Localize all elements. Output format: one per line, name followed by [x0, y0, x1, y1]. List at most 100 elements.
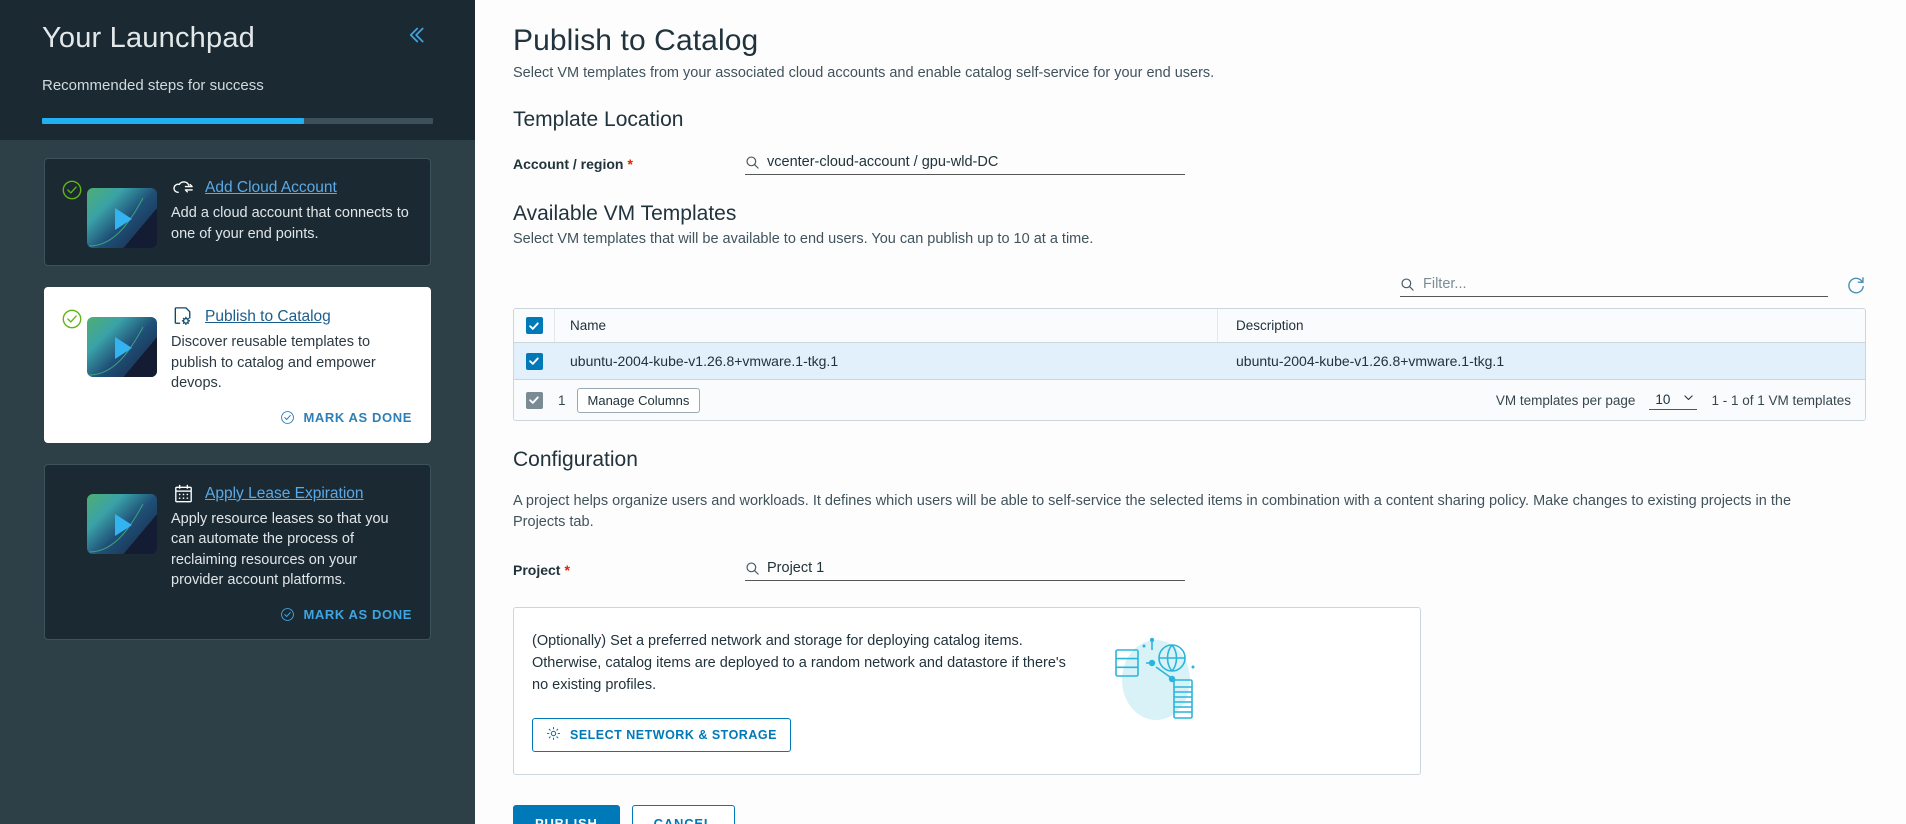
calendar-icon — [171, 482, 196, 506]
card-thumbnail — [87, 317, 157, 377]
search-icon — [745, 561, 760, 576]
table-row[interactable]: ubuntu-2004-kube-v1.26.8+vmware.1-tkg.1 … — [514, 343, 1865, 380]
card-title-row: Publish to Catalog — [171, 305, 412, 329]
per-page-label: VM templates per page — [1495, 392, 1636, 408]
network-storage-card: (Optionally) Set a preferred network and… — [513, 607, 1421, 776]
selected-count: 1 — [558, 392, 566, 408]
table-filter-bar: Filter... — [513, 274, 1866, 297]
launchpad-card-publish-to-catalog[interactable]: Publish to Catalog Discover reusable tem… — [44, 287, 431, 443]
play-triangle-icon — [115, 513, 132, 536]
column-header-name[interactable]: Name — [554, 309, 1217, 342]
card-body: Add Cloud Account Add a cloud account th… — [171, 176, 412, 248]
card-link-publish-to-catalog[interactable]: Publish to Catalog — [205, 308, 331, 326]
cell-description: ubuntu-2004-kube-v1.26.8+vmware.1-tkg.1 — [1236, 353, 1505, 369]
publish-button[interactable]: PUBLISH — [513, 805, 620, 824]
cancel-button[interactable]: CANCEL — [631, 805, 735, 824]
vm-templates-table: Name Description ubuntu-2004-kube-v1.26.… — [513, 308, 1866, 421]
mark-as-done-label: MARK AS DONE — [303, 607, 412, 623]
account-region-label: Account / region * — [513, 152, 745, 172]
available-templates-subtitle: Select VM templates that will be availab… — [513, 231, 1094, 247]
card-thumbnail — [87, 188, 157, 248]
checkbox-checked-icon — [525, 391, 543, 409]
pagination-controls: VM templates per page 10 1 - 1 of 1 VM t… — [1496, 390, 1865, 410]
refresh-icon[interactable] — [1846, 276, 1866, 296]
step-complete-icon — [61, 308, 83, 330]
card-link-apply-lease-expiration[interactable]: Apply Lease Expiration — [205, 485, 364, 503]
manage-columns-button[interactable]: Manage Columns — [576, 387, 701, 413]
page-gear-icon — [171, 305, 196, 329]
check-circle-icon — [281, 608, 295, 621]
launchpad-sidebar: Your Launchpad Recommended steps for suc… — [0, 0, 475, 824]
column-header-description[interactable]: Description — [1217, 309, 1865, 342]
card-body: Publish to Catalog Discover reusable tem… — [171, 305, 412, 425]
available-templates-heading: Available VM Templates — [513, 202, 737, 225]
mark-as-done-button[interactable]: MARK AS DONE — [171, 410, 412, 425]
card-description: Discover reusable templates to publish t… — [171, 334, 376, 392]
project-row: Project * Project 1 — [513, 558, 1866, 582]
main-content: Publish to Catalog Select VM templates f… — [475, 0, 1906, 824]
card-link-add-cloud-account[interactable]: Add Cloud Account — [205, 179, 337, 197]
card-description: Apply resource leases so that you can au… — [171, 510, 389, 589]
cell-name: ubuntu-2004-kube-v1.26.8+vmware.1-tkg.1 — [570, 353, 839, 369]
form-actions: PUBLISH CANCEL — [513, 805, 1866, 824]
network-storage-text-line1: (Optionally) Set a preferred network and… — [532, 633, 1023, 650]
project-value: Project 1 — [767, 560, 825, 577]
chevron-down-icon — [1682, 391, 1695, 407]
checkbox-checked-icon — [525, 352, 543, 370]
launchpad-card-add-cloud-account[interactable]: Add Cloud Account Add a cloud account th… — [44, 158, 431, 266]
table-header-row: Name Description — [514, 309, 1865, 343]
project-label-text: Project — [513, 562, 561, 579]
network-storage-text-line3: no existing profiles. — [532, 677, 657, 694]
per-page-value: 10 — [1655, 391, 1671, 407]
table-footer: 1 Manage Columns VM templates per page 1… — [514, 380, 1865, 420]
check-circle-icon — [281, 410, 295, 424]
search-icon — [745, 155, 760, 170]
card-title-row: Apply Lease Expiration — [171, 482, 412, 506]
gear-icon — [546, 726, 561, 744]
card-description: Add a cloud account that connects to one… — [171, 205, 409, 242]
collapse-sidebar-icon[interactable] — [401, 22, 427, 52]
filter-placeholder: Filter... — [1423, 276, 1467, 292]
launchpad-card-list: Add Cloud Account Add a cloud account th… — [0, 140, 475, 824]
launchpad-card-apply-lease-expiration[interactable]: Apply Lease Expiration Apply resource le… — [44, 463, 431, 641]
checkbox-checked-icon — [525, 317, 543, 334]
page-subtitle: Select VM templates from your associated… — [513, 65, 1215, 81]
play-triangle-icon — [115, 208, 132, 230]
app-root: Your Launchpad Recommended steps for suc… — [0, 0, 1906, 824]
account-region-value: vcenter-cloud-account / gpu-wld-DC — [767, 154, 999, 170]
select-network-storage-label: SELECT NETWORK & STORAGE — [570, 728, 777, 743]
step-complete-icon — [61, 179, 83, 201]
sidebar-title: Your Launchpad — [42, 22, 255, 54]
select-all-checkbox[interactable] — [514, 317, 554, 334]
card-body: Apply Lease Expiration Apply resource le… — [171, 482, 412, 622]
configuration-heading: Configuration — [513, 448, 638, 471]
mark-as-done-button[interactable]: MARK AS DONE — [171, 607, 412, 622]
configuration-paragraph: A project helps organize users and workl… — [513, 493, 1792, 531]
footer-checkbox[interactable] — [514, 391, 554, 409]
play-triangle-icon — [115, 337, 132, 359]
progress-bar-fill — [42, 118, 304, 124]
select-network-storage-button[interactable]: SELECT NETWORK & STORAGE — [532, 718, 791, 753]
project-input[interactable]: Project 1 — [745, 558, 1185, 582]
network-storage-illustration — [1100, 622, 1210, 732]
card-thumbnail — [87, 493, 157, 554]
account-region-row: Account / region * vcenter-cloud-account … — [513, 152, 1866, 175]
progress-bar-track — [42, 118, 433, 124]
per-page-select[interactable]: 10 — [1649, 390, 1698, 410]
template-location-heading: Template Location — [513, 108, 684, 131]
filter-input[interactable]: Filter... — [1400, 274, 1828, 297]
main-inner: Publish to Catalog Select VM templates f… — [475, 24, 1906, 824]
page-info: 1 - 1 of 1 VM templates — [1711, 392, 1851, 408]
card-title-row: Add Cloud Account — [171, 176, 412, 200]
network-storage-text: (Optionally) Set a preferred network and… — [532, 630, 1066, 696]
search-icon — [1400, 277, 1415, 292]
cloud-sync-icon — [171, 176, 196, 200]
network-storage-text-line2: Otherwise, catalog items are deployed to… — [532, 655, 1066, 672]
sidebar-subtitle: Recommended steps for success — [42, 77, 264, 94]
row-checkbox[interactable] — [514, 352, 554, 370]
account-region-input[interactable]: vcenter-cloud-account / gpu-wld-DC — [745, 152, 1185, 175]
network-storage-body: (Optionally) Set a preferred network and… — [532, 630, 1066, 753]
mark-as-done-label: MARK AS DONE — [303, 409, 412, 425]
required-asterisk: * — [627, 156, 633, 172]
project-label: Project * — [513, 558, 745, 578]
